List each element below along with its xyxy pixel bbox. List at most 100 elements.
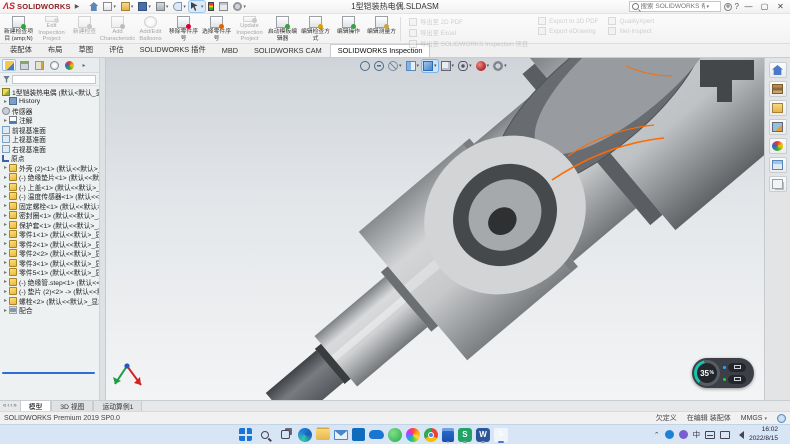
tree-root-assembly[interactable]: ▸ 1型铠装热电偶 (默认<默认_显示状态-1 — [0, 87, 99, 97]
expand-arrow-icon[interactable]: ▸ — [2, 183, 9, 190]
tree-item[interactable]: ▸ 密封圈<1> (默认<<默认>_显示状 — [0, 211, 99, 221]
recorder-camera-button[interactable] — [728, 363, 746, 372]
file-explorer-tab[interactable] — [769, 100, 787, 116]
tab-mbd[interactable]: MBD — [214, 44, 246, 57]
section-view-button[interactable]: ▾ — [405, 60, 421, 72]
tree-item[interactable]: ▸ (-) 绝缘管.step<1> (默认<<默认>_ — [0, 277, 99, 287]
tab-motion-study-1[interactable]: 运动算例1 — [93, 401, 142, 411]
expand-arrow-icon[interactable]: ▸ — [2, 117, 9, 124]
word-app-icon[interactable]: W — [476, 428, 490, 442]
expand-arrow-icon[interactable]: ▸ — [2, 278, 9, 285]
tab-sw-cam[interactable]: SOLIDWORKS CAM — [246, 44, 330, 57]
tree-item[interactable]: ▸ 保护套<1> (默认<<默认>_显示状 — [0, 220, 99, 230]
expand-arrow-icon[interactable]: ▸ — [2, 288, 9, 295]
panel-tab-overflow[interactable]: ▸ — [77, 59, 91, 71]
start-button[interactable] — [239, 428, 252, 441]
solidworks-app-icon[interactable]: S — [494, 428, 508, 442]
solidworks-resources-tab[interactable] — [769, 62, 787, 78]
taskbar-clock[interactable]: 16:02 2022/8/15 — [749, 426, 778, 442]
tree-item[interactable]: ▸ (-) 温度传感器<1> (默认<<默认>_ — [0, 192, 99, 202]
dropdown-caret-icon[interactable]: ▾ — [399, 63, 402, 69]
expand-arrow-icon[interactable]: ▸ — [2, 174, 9, 181]
rebuild-button[interactable]: ▾ — [206, 1, 216, 12]
expand-arrow-icon[interactable]: ▸ — [2, 240, 9, 247]
add-edit-balloons-button[interactable]: Add/Edit Balloons — [134, 15, 167, 43]
view-settings-button[interactable]: ▾ — [492, 60, 508, 72]
select-button[interactable]: ▾ — [189, 1, 206, 12]
export-edrawing-button[interactable]: Export eDrawing — [538, 27, 598, 35]
previous-view-button[interactable]: ▾ — [387, 60, 403, 72]
dropdown-caret-icon[interactable]: ▾ — [243, 4, 246, 10]
tray-expand-icon[interactable]: ⌃ — [654, 431, 660, 439]
edit-inspection-project-button[interactable]: Edit Inspection Project — [35, 15, 68, 43]
dropdown-caret-icon[interactable]: ▾ — [148, 4, 151, 10]
new-inspection-button[interactable]: 新建检查 — [68, 15, 101, 43]
home-button[interactable]: ▾ — [87, 1, 100, 12]
add-characteristic-button[interactable]: Add Characteristic — [101, 15, 134, 43]
colorwheel-app-icon[interactable] — [406, 428, 420, 442]
volume-icon[interactable] — [735, 431, 744, 439]
3d-model[interactable] — [106, 58, 764, 400]
tree-front-plane[interactable]: ▸ 前视基准面 — [0, 125, 99, 135]
doc-tab-scroll-prev[interactable]: ‹ — [7, 403, 9, 409]
zoom-fit-button[interactable]: ▾ — [359, 60, 371, 72]
dropdown-caret-icon[interactable]: ▾ — [183, 4, 186, 10]
new-inspection-project-button[interactable]: 新建检查项目 (amp;N) — [2, 15, 35, 43]
update-inspection-project-button[interactable]: Update Inspection Project — [233, 15, 266, 43]
tree-item[interactable]: ▸ 外壳 (2)<1> (默认<<默认>_显示状 — [0, 163, 99, 173]
featuremanager-tab[interactable] — [2, 59, 16, 71]
launch-template-editor-button[interactable]: 启动模板编辑器 — [266, 15, 299, 43]
export-2d-pdf-button[interactable]: 导出至 2D PDF — [409, 17, 528, 26]
tree-item[interactable]: ▸ 零件2<1> (默认<<默认>_显示状 — [0, 239, 99, 249]
tree-item[interactable]: ▸ 零件1<1> (默认<<默认>_显示状态 — [0, 230, 99, 240]
tab-evaluate[interactable]: 评估 — [101, 43, 132, 57]
tab-layout[interactable]: 布局 — [40, 43, 71, 57]
options-button[interactable]: ▾ — [231, 1, 248, 12]
tree-top-plane[interactable]: ▸ 上视基准面 — [0, 135, 99, 145]
expand-arrow-icon[interactable]: ▸ — [2, 269, 9, 276]
user-account-icon[interactable] — [724, 3, 732, 11]
expand-arrow-icon[interactable]: ▸ — [2, 212, 9, 219]
expand-arrow-icon[interactable]: ▸ — [2, 307, 9, 314]
view-orientation-button[interactable]: ▾ — [422, 60, 438, 72]
tab-sketch[interactable]: 草图 — [70, 43, 101, 57]
search-input[interactable] — [641, 3, 705, 10]
units-selector[interactable]: MMGS▾ — [741, 415, 767, 422]
edit-operation-button[interactable]: 编辑操作 — [332, 15, 365, 43]
expand-arrow-icon[interactable]: ▸ — [2, 221, 9, 228]
search-dropdown-icon[interactable]: ▾ — [707, 4, 710, 10]
view-palette-tab[interactable] — [769, 119, 787, 135]
search-button[interactable] — [256, 426, 273, 443]
minimize-button[interactable]: — — [742, 1, 755, 13]
expand-arrow-icon[interactable]: ▸ — [2, 164, 9, 171]
tree-item[interactable]: ▸ (-) 绝缘垫片<1> (默认<<默认>_显 — [0, 173, 99, 183]
custom-properties-tab[interactable] — [769, 157, 787, 173]
dimxpertmanager-tab[interactable] — [47, 59, 61, 71]
file-properties-button[interactable]: ▾ — [217, 1, 230, 12]
help-search-box[interactable]: ▾ — [629, 1, 721, 12]
design-library-tab[interactable] — [769, 81, 787, 97]
remove-balloon-button[interactable]: 移除零件序号 — [167, 15, 200, 43]
expand-arrow-icon[interactable]: ▸ — [2, 202, 9, 209]
dropdown-caret-icon[interactable]: ▾ — [504, 63, 507, 69]
display-icon[interactable] — [720, 431, 730, 439]
mail-icon[interactable] — [334, 430, 348, 440]
tree-history[interactable]: ▸ History — [0, 97, 99, 107]
open-file-button[interactable]: ▾ — [119, 1, 136, 12]
tree-sensors[interactable]: ▸ 传感器 — [0, 106, 99, 116]
forum-tab[interactable] — [769, 176, 787, 192]
expand-arrow-icon[interactable]: ▸ — [2, 259, 9, 266]
propertymanager-tab[interactable] — [17, 59, 31, 71]
hide-show-items-button[interactable]: ▾ — [457, 60, 473, 72]
tree-annotations[interactable]: ▸ 注解 — [0, 116, 99, 126]
restore-button[interactable]: ▢ — [758, 1, 771, 13]
tray-app-blue-icon[interactable] — [665, 430, 674, 439]
screen-recorder-widget[interactable]: 35% — [692, 358, 754, 388]
tree-item[interactable]: ▸ 零件3<1> (默认<<默认>_显示状 — [0, 258, 99, 268]
filter-icon[interactable] — [3, 76, 10, 83]
onedrive-icon[interactable] — [369, 430, 384, 439]
export-3d-pdf-button[interactable]: Export to 3D PDF — [538, 17, 598, 25]
tree-item[interactable]: ▸ (-) 垫片 (2)<2> -> (默认<<默认>_ — [0, 287, 99, 297]
doc-tab-scroll-first[interactable]: « — [3, 403, 6, 409]
tree-item[interactable]: ▸ 零件5<1> (默认<<默认>_显示状 — [0, 268, 99, 278]
